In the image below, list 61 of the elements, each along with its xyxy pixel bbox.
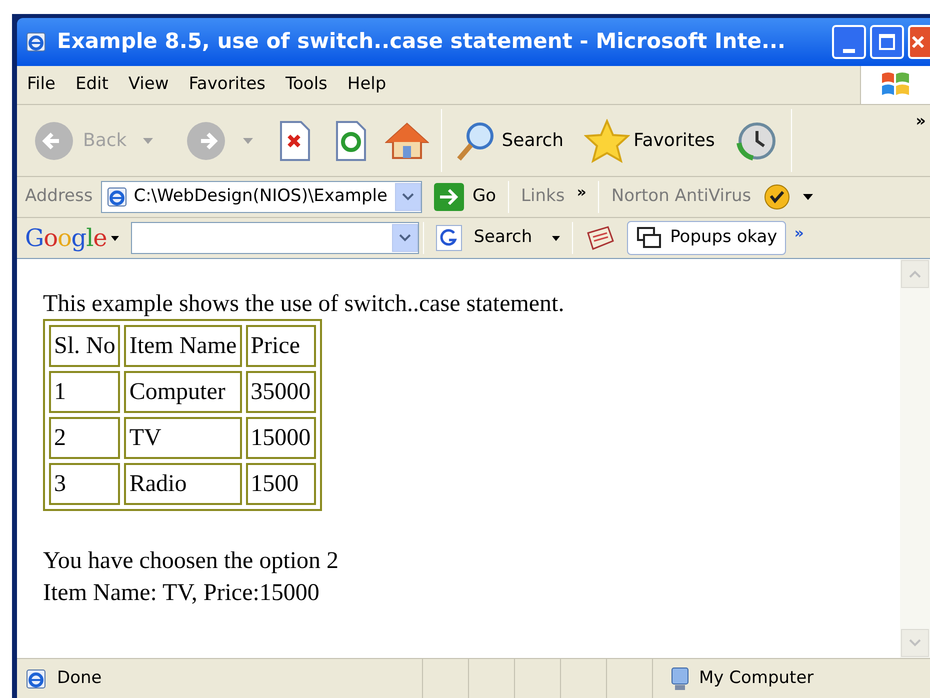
- favorites-button[interactable]: Favorites: [576, 118, 723, 162]
- table-cell: 1500: [246, 463, 316, 505]
- menu-item[interactable]: File: [17, 72, 66, 98]
- close-icon: [910, 34, 926, 50]
- table-cell: 2: [49, 417, 120, 459]
- dropdown-arrow-icon: [242, 138, 253, 144]
- windows-stack-icon: [636, 226, 662, 250]
- menu-item[interactable]: Favorites: [178, 72, 276, 98]
- maximize-button[interactable]: [870, 25, 904, 59]
- column-header: Price: [246, 325, 316, 367]
- google-g-icon: [436, 225, 462, 251]
- chevron-up-icon: [909, 270, 921, 278]
- chevron-down-icon: [909, 639, 921, 647]
- column-header: Sl. No: [49, 325, 120, 367]
- arrow-left-icon: [33, 120, 75, 162]
- toolbar-overflow-button[interactable]: »: [916, 109, 926, 133]
- popups-okay-button[interactable]: Popups okay: [627, 221, 786, 255]
- table-cell: 3: [49, 463, 120, 505]
- chevron-down-icon: [398, 234, 411, 242]
- go-button[interactable]: Go: [426, 183, 504, 211]
- dropdown-arrow-icon: [803, 194, 814, 200]
- menu-item[interactable]: Edit: [65, 72, 118, 98]
- norton-badge-icon: [763, 183, 792, 211]
- table-cell: 35000: [246, 371, 316, 413]
- result-line: You have choosen the option 2: [43, 547, 340, 576]
- close-button[interactable]: [908, 25, 930, 59]
- notepad-icon: [585, 225, 616, 251]
- dropdown-arrow-icon: [110, 236, 119, 240]
- google-search-button[interactable]: Search: [428, 225, 540, 251]
- chevron-down-icon: [402, 193, 414, 201]
- links-button[interactable]: Links: [521, 184, 565, 210]
- dropdown-button[interactable]: [395, 183, 422, 211]
- dropdown-button[interactable]: [392, 224, 418, 252]
- intro-text: This example shows the use of switch..case statement.: [43, 290, 566, 319]
- dropdown-arrow-icon: [552, 236, 560, 240]
- result-line: Item Name: TV, Price:15000: [43, 579, 320, 608]
- table-cell: 15000: [246, 417, 316, 459]
- menu-item[interactable]: Tools: [276, 72, 338, 98]
- dropdown-arrow-icon: [142, 138, 153, 144]
- table-cell: Radio: [124, 463, 242, 505]
- window-title: Example 8.5, use of switch..case statement - Microsoft Inte...: [57, 28, 786, 56]
- menu-item[interactable]: Help: [337, 72, 396, 98]
- google-search-field[interactable]: [130, 222, 419, 254]
- status-text: Done: [57, 666, 102, 690]
- star-icon: [584, 118, 630, 162]
- table-cell: TV: [124, 417, 242, 459]
- column-header: Item Name: [124, 325, 242, 367]
- menu-item[interactable]: View: [118, 72, 179, 98]
- search-button[interactable]: Search: [446, 118, 572, 162]
- address-label: Address: [25, 185, 93, 208]
- google-logo[interactable]: Google: [25, 220, 107, 256]
- norton-label: Norton AntiVirus: [611, 185, 752, 208]
- links-overflow-button[interactable]: »: [576, 181, 586, 204]
- table-cell: 1: [49, 371, 120, 413]
- arrow-right-icon: [434, 183, 464, 211]
- computer-icon: [669, 666, 691, 692]
- minimize-button[interactable]: [832, 25, 866, 59]
- address-field[interactable]: C:\WebDesign(NIOS)\Example: [100, 181, 422, 213]
- google-overflow-button[interactable]: »: [794, 222, 804, 244]
- table-cell: Computer: [124, 371, 242, 413]
- security-zone-text: My Computer: [699, 666, 814, 690]
